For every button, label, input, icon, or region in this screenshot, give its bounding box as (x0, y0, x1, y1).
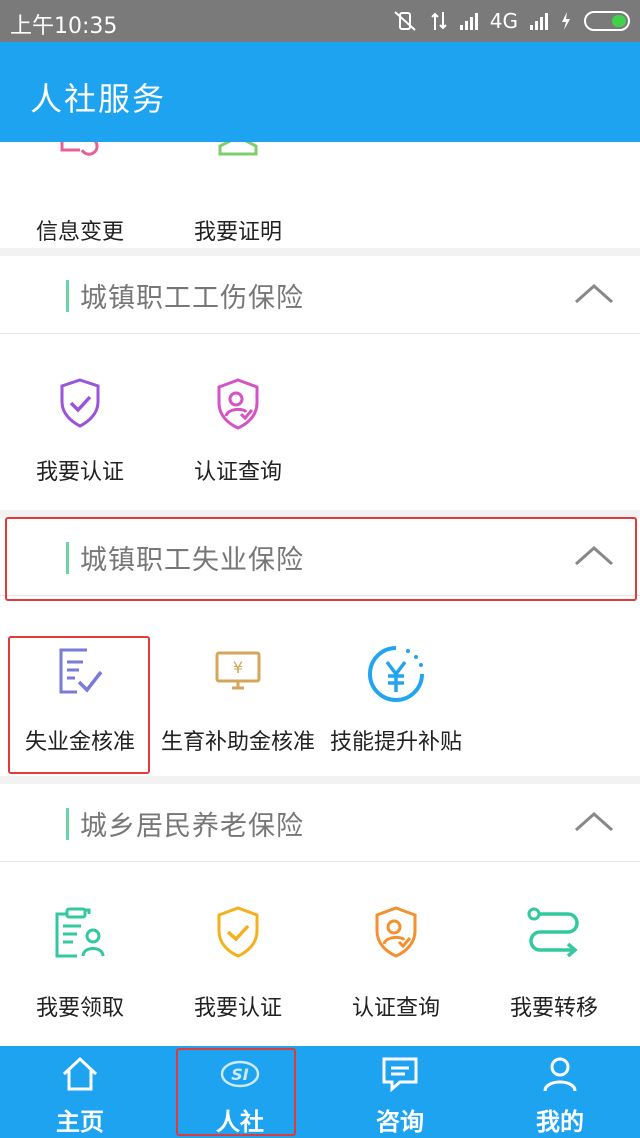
info-change-icon (60, 142, 99, 156)
network-type: 4G (489, 9, 518, 33)
shield-check-icon (60, 378, 100, 428)
top-service-row: 信息变更 我要证明 (0, 142, 640, 248)
nav-item-mine[interactable]: 我的 (480, 1046, 640, 1138)
shield-user-icon (217, 378, 259, 430)
chevron-up-icon[interactable] (574, 274, 614, 314)
message-icon (382, 1057, 418, 1093)
service-item-verify[interactable]: 我要认证 (0, 334, 160, 510)
service-item-transfer[interactable]: 我要转移 (474, 862, 634, 1046)
section-items-pension: 我要领取 我要认证 认证查询 我要转移 (0, 862, 640, 1046)
nav-item-home[interactable]: 主页 (0, 1046, 160, 1138)
highlight-box (176, 1048, 296, 1136)
signal-icon-2 (530, 12, 548, 30)
service-item-claim[interactable]: 我要领取 (0, 862, 160, 1046)
service-label: 技能提升补贴 (329, 730, 462, 755)
user-icon (543, 1057, 577, 1092)
service-item-info-change[interactable]: 信息变更 (0, 142, 160, 248)
page-title: 人社服务 (30, 80, 167, 118)
service-label: 我要转移 (509, 996, 598, 1021)
nav-label: 咨询 (376, 1108, 424, 1136)
transfer-route-icon (527, 907, 579, 958)
service-item-certificate[interactable]: 我要证明 (158, 142, 318, 248)
highlight-box (5, 517, 637, 601)
data-transfer-icon (431, 12, 447, 30)
section-accent-bar (66, 808, 69, 840)
service-item-maternity-subsidy[interactable]: ¥ 生育补助金核准 (158, 604, 318, 780)
service-label: 生育补助金核准 (160, 730, 315, 755)
nav-label: 我的 (536, 1108, 584, 1136)
nav-label: 主页 (56, 1108, 104, 1136)
service-label: 我要认证 (193, 996, 282, 1021)
charging-icon (562, 12, 570, 30)
stamp-icon (218, 142, 258, 156)
home-icon (62, 1056, 98, 1091)
chevron-up-icon[interactable] (574, 802, 614, 842)
section-title: 城镇职工工伤保险 (80, 283, 304, 314)
service-list[interactable]: 信息变更 我要证明 城镇职工工伤保险 我要认证 认证查询 城镇职工失业保险 失业… (0, 142, 640, 1046)
nav-item-consult[interactable]: 咨询 (320, 1046, 480, 1138)
service-item-verify[interactable]: 我要认证 (158, 862, 318, 1046)
section-accent-bar (66, 280, 69, 312)
section-header-pension[interactable]: 城乡居民养老保险 (0, 784, 640, 862)
shield-check-icon (217, 906, 259, 958)
status-time: 上午10:35 (10, 14, 118, 39)
service-label: 我要认证 (35, 460, 124, 485)
yen-circle-icon (368, 646, 424, 702)
service-label: 我要证明 (193, 220, 282, 245)
bottom-nav: 主页 SI 人社 咨询 我的 (0, 1046, 640, 1138)
signal-icon (459, 12, 478, 30)
battery-icon (584, 11, 630, 31)
section-header-work-injury[interactable]: 城镇职工工伤保险 (0, 256, 640, 334)
service-label: 信息变更 (35, 220, 124, 245)
section-items-work-injury: 我要认证 认证查询 (0, 334, 640, 510)
service-label: 认证查询 (193, 460, 282, 485)
service-label: 我要领取 (35, 996, 124, 1021)
section-title: 城乡居民养老保险 (80, 811, 304, 842)
divider (0, 248, 640, 256)
shield-user-icon (375, 906, 417, 958)
app-bar: 人社服务 (0, 42, 640, 142)
service-item-skill-subsidy[interactable]: 技能提升补贴 (316, 604, 476, 780)
yen-monitor-icon: ¥ (215, 651, 261, 690)
clipboard-user-icon (55, 907, 105, 958)
service-label: 认证查询 (351, 996, 440, 1021)
divider (0, 776, 640, 784)
svg-text:¥: ¥ (233, 658, 243, 677)
highlight-box (8, 636, 150, 774)
vibrate-off-icon (394, 11, 416, 31)
status-bar: 上午10:35 4G (0, 0, 640, 42)
service-item-verify-query[interactable]: 认证查询 (316, 862, 476, 1046)
service-item-verify-query[interactable]: 认证查询 (158, 334, 318, 510)
status-icons: 4G (392, 6, 630, 36)
